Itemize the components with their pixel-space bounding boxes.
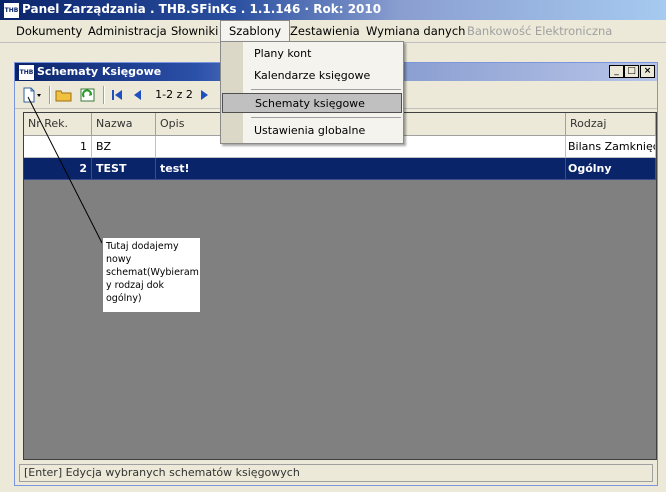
- cell-rodzaj: Ogólny: [566, 158, 656, 180]
- status-bar: [Enter] Edycja wybranych schematów księg…: [19, 464, 653, 482]
- menu-item-ustawienia-globalne[interactable]: Ustawienia globalne: [222, 121, 402, 141]
- toolbar-separator: [103, 86, 105, 104]
- cell-nazwa: BZ: [92, 136, 156, 158]
- refresh-button[interactable]: [79, 86, 97, 104]
- window-logo-icon: THB: [18, 64, 35, 81]
- toolbar-separator: [49, 86, 51, 104]
- child-window-title: Schematy Księgowe: [37, 65, 162, 78]
- menu-administracja[interactable]: Administracja: [80, 20, 175, 42]
- menu-item-plany-kont[interactable]: Plany kont: [222, 44, 402, 64]
- column-header-nazwa[interactable]: Nazwa: [92, 113, 156, 135]
- new-document-button[interactable]: [21, 86, 43, 104]
- menu-item-kalendarze-ksiegowe[interactable]: Kalendarze księgowe: [222, 66, 402, 86]
- open-folder-icon: [55, 90, 72, 102]
- previous-record-button[interactable]: [131, 86, 145, 104]
- next-record-icon: [201, 90, 208, 100]
- app-title: Panel Zarządzania . THB.SFinKs . 1.1.146…: [22, 2, 382, 16]
- restore-button[interactable]: □: [624, 65, 639, 78]
- close-button[interactable]: ×: [640, 65, 655, 78]
- next-record-button[interactable]: [197, 86, 211, 104]
- menu-separator: [251, 89, 401, 90]
- first-record-icon: [112, 90, 122, 100]
- menu-slowniki[interactable]: Słowniki: [163, 20, 226, 42]
- app-title-bar[interactable]: THB Panel Zarządzania . THB.SFinKs . 1.1…: [0, 0, 666, 20]
- cell-opis: test!: [156, 158, 566, 180]
- refresh-icon: [80, 88, 95, 102]
- cell-nazwa: TEST: [92, 158, 156, 180]
- cell-nr-rek: 1: [24, 136, 92, 158]
- menu-szablony[interactable]: Szablony: [220, 20, 291, 42]
- menu-bankowosc-elektroniczna[interactable]: Bankowość Elektroniczna: [459, 20, 620, 42]
- record-counter: 1-2 z 2: [155, 88, 193, 101]
- column-header-nr-rek[interactable]: Nr Rek.: [24, 113, 92, 135]
- cell-rodzaj: Bilans Zamknięcia: [566, 136, 656, 158]
- open-button[interactable]: [55, 86, 73, 104]
- cell-nr-rek: 2: [24, 158, 92, 180]
- menu-bar: Dokumenty Administracja Słowniki Szablon…: [0, 20, 666, 43]
- menu-dokumenty[interactable]: Dokumenty: [8, 20, 90, 42]
- menu-zestawienia[interactable]: Zestawienia: [282, 20, 368, 42]
- annotation-callout: Tutaj dodajemy nowy schemat(Wybieram y r…: [102, 237, 201, 313]
- first-record-button[interactable]: [109, 86, 125, 104]
- menu-item-schematy-ksiegowe[interactable]: Schematy księgowe: [222, 93, 402, 113]
- table-row-selected[interactable]: 2 TEST test! Ogólny: [24, 158, 656, 180]
- column-header-rodzaj[interactable]: Rodzaj: [566, 113, 656, 135]
- app-logo-icon: THB: [3, 2, 20, 19]
- new-document-icon: [23, 87, 41, 103]
- previous-record-icon: [134, 90, 141, 100]
- menu-wymiana-danych[interactable]: Wymiana danych: [358, 20, 473, 42]
- menu-separator: [251, 117, 401, 118]
- minimize-button[interactable]: _: [609, 65, 624, 78]
- szablony-dropdown-menu: Plany kont Kalendarze księgowe Schematy …: [220, 41, 404, 144]
